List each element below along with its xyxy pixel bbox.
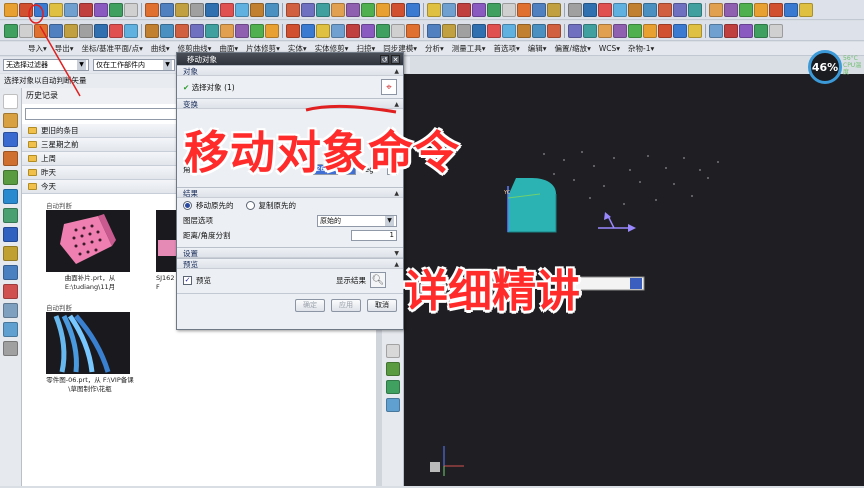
overlay-title: 移动对象命令 (184, 126, 461, 179)
overlay-subtitle: 详细精讲 (404, 266, 580, 317)
cpu-temperature: 56°C CPU温度 (843, 55, 864, 76)
cpu-temp-label: CPU温度 (843, 62, 862, 76)
cpu-temp-value: 56°C (843, 55, 858, 62)
annotation-strokes (28, 4, 397, 114)
cpu-usage-gauge: 46% (808, 50, 842, 84)
